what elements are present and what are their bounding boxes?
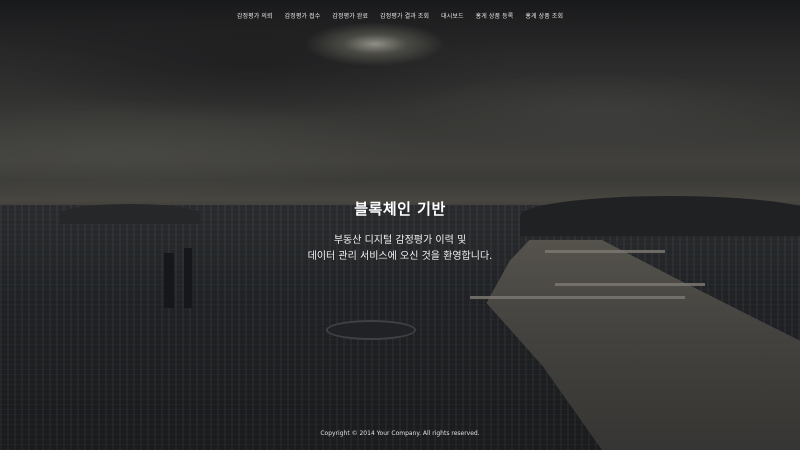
hero-subtitle-line-1: 부동산 디지털 감정평가 이력 및	[333, 235, 467, 246]
hero-title: 블록체인 기반	[354, 200, 446, 218]
footer-copyright: Copyright © 2014 Your Company. All right…	[320, 430, 480, 437]
nav-item-appraisal-result[interactable]: 감정평가 결과 조회	[380, 9, 429, 22]
nav-item-product-lookup[interactable]: 홍게 상품 조회	[525, 9, 563, 22]
hero-section: 감정평가 의뢰 감정평가 접수 감정평가 완료 감정평가 결과 조회 대시보드 …	[0, 0, 800, 450]
nav-item-product-register[interactable]: 홍게 상품 등록	[476, 9, 514, 22]
nav-item-appraisal-request[interactable]: 감정평가 의뢰	[237, 9, 273, 22]
hero-subtitle-line-2: 데이터 관리 서비스에 오신 것을 환영합니다.	[307, 251, 493, 262]
nav-item-dashboard[interactable]: 대시보드	[441, 9, 463, 22]
nav-item-appraisal-complete[interactable]: 감정평가 완료	[332, 9, 368, 22]
hero-text: 블록체인 기반 부동산 디지털 감정평가 이력 및 데이터 관리 서비스에 오신…	[0, 198, 800, 265]
top-navigation: 감정평가 의뢰 감정평가 접수 감정평가 완료 감정평가 결과 조회 대시보드 …	[0, 9, 800, 22]
nav-item-appraisal-receipt[interactable]: 감정평가 접수	[285, 9, 321, 22]
